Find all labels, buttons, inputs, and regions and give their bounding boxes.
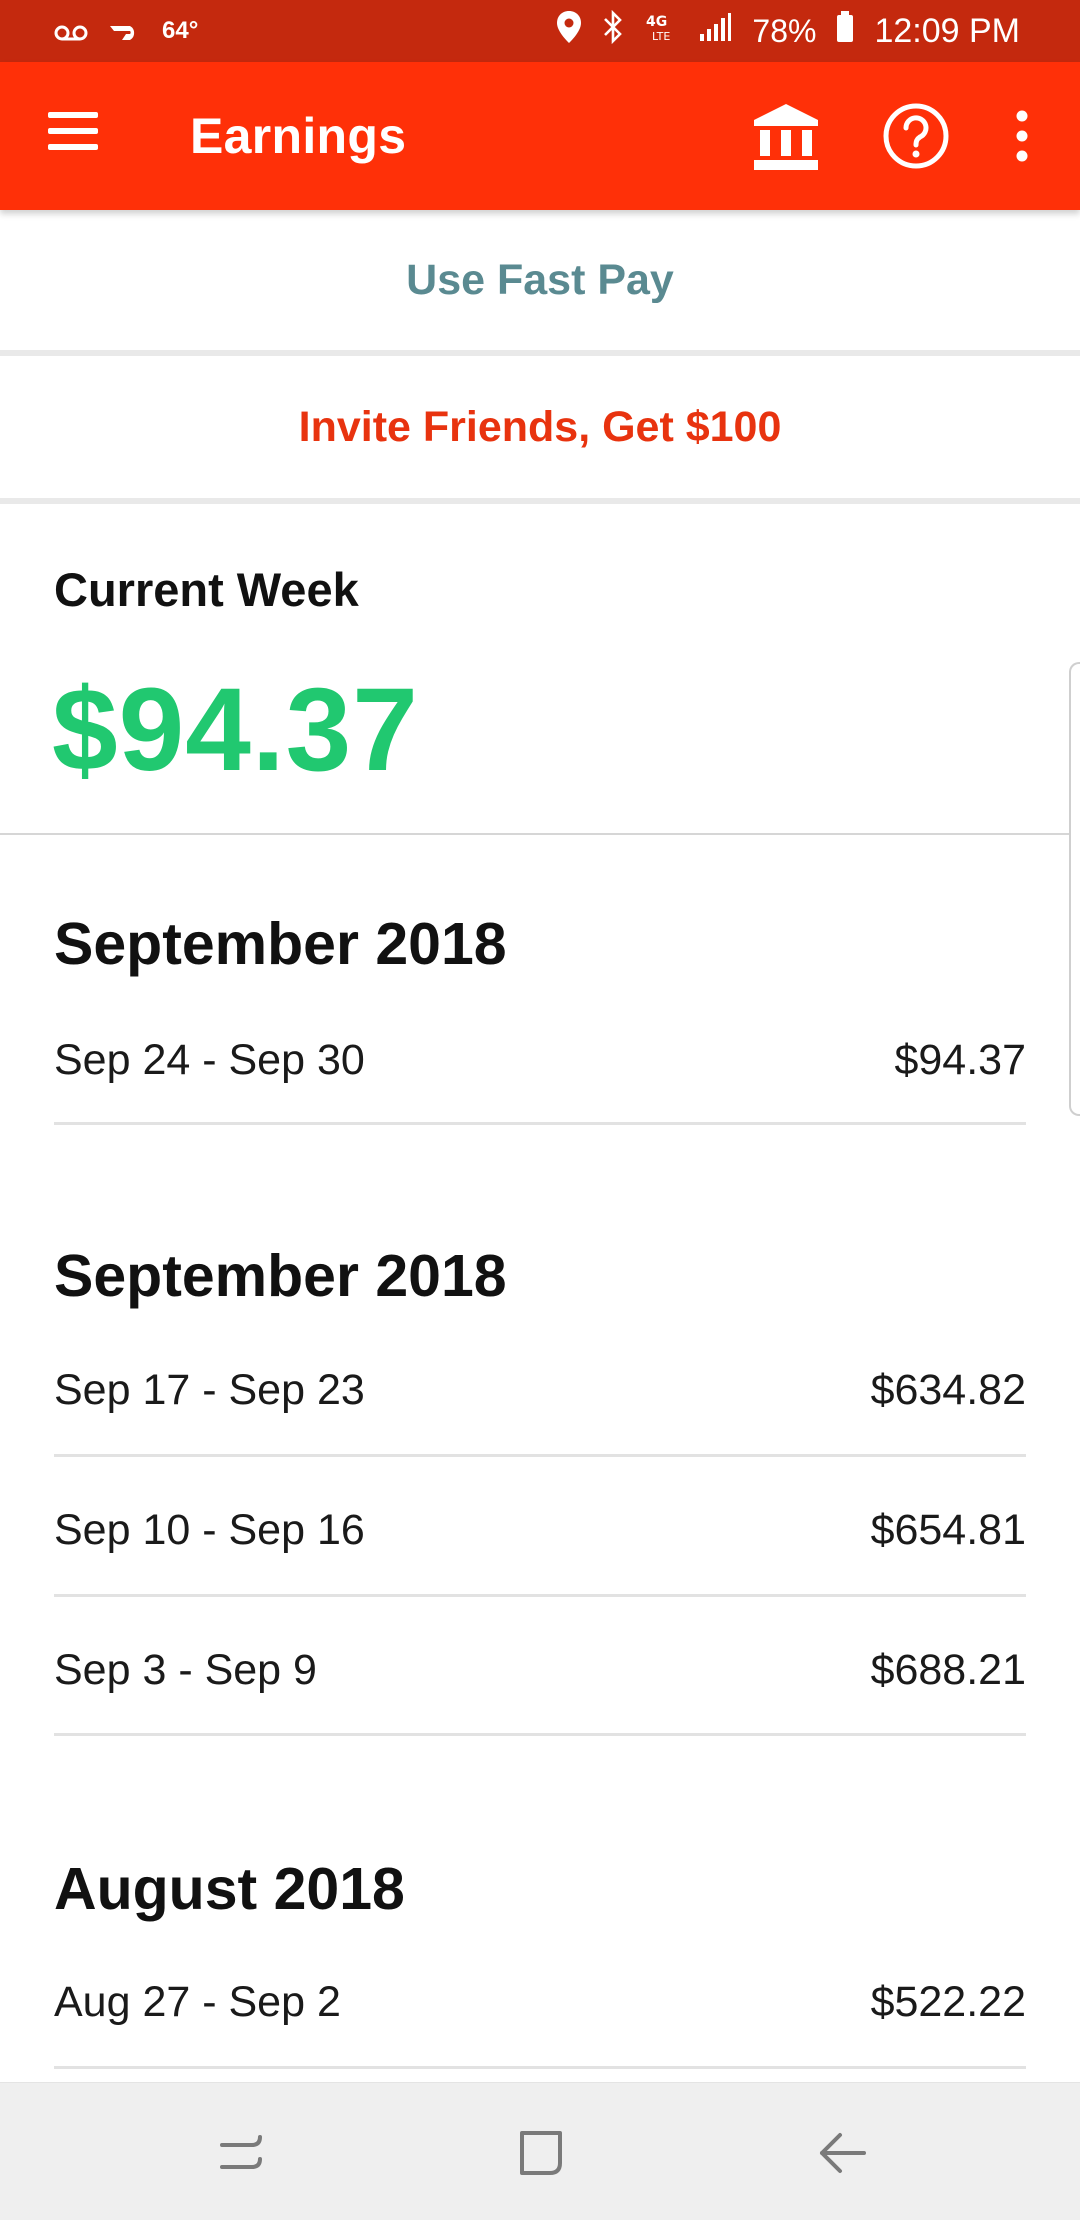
app-bar: Earnings [0, 62, 1080, 210]
row-divider [54, 1122, 1026, 1125]
bank-icon[interactable] [752, 102, 820, 172]
fast-pay-button[interactable]: Use Fast Pay [0, 210, 1080, 350]
week-range: Aug 27 - Sep 2 [54, 1977, 341, 2026]
recent-apps-icon[interactable] [212, 2123, 272, 2183]
invite-friends-button[interactable]: Invite Friends, Get $100 [0, 356, 1080, 498]
week-amount: $654.81 [870, 1505, 1026, 1554]
status-left: 64° [54, 13, 198, 50]
week-amount: $634.82 [870, 1365, 1026, 1414]
svg-text:4G: 4G [646, 14, 667, 30]
current-week-label: Current Week [54, 563, 359, 616]
section-title: August 2018 [54, 1856, 405, 1922]
week-row[interactable]: Sep 24 - Sep 30 $94.37 [54, 990, 1026, 1130]
week-amount: $522.22 [870, 1977, 1026, 2026]
divider [0, 498, 1080, 504]
clock: 12:09 PM [874, 11, 1020, 50]
signal-icon [698, 12, 732, 50]
week-row[interactable]: Sep 3 - Sep 9 $688.21 [54, 1600, 1026, 1740]
week-range: Sep 24 - Sep 30 [54, 1035, 365, 1084]
back-icon[interactable] [812, 2123, 872, 2183]
temperature: 64° [162, 17, 199, 44]
week-range: Sep 10 - Sep 16 [54, 1505, 365, 1554]
home-icon[interactable] [512, 2123, 572, 2183]
menu-icon[interactable] [48, 112, 100, 160]
week-range: Sep 3 - Sep 9 [54, 1645, 317, 1694]
current-week-amount: $94.37 [52, 664, 419, 796]
system-nav-bar [0, 2082, 1080, 2220]
week-row[interactable]: Sep 10 - Sep 16 $654.81 [54, 1460, 1026, 1600]
row-divider [54, 1594, 1026, 1597]
section-title: September 2018 [54, 911, 507, 977]
doordash-icon [108, 13, 142, 50]
page-title: Earnings [190, 108, 407, 164]
status-bar: 64° 4G LTE 78% 12:09 PM [0, 0, 1080, 62]
week-amount: $688.21 [870, 1645, 1026, 1694]
more-vert-icon[interactable] [1002, 102, 1042, 170]
side-drawer-handle[interactable] [1069, 662, 1080, 1116]
week-amount: $94.37 [894, 1035, 1026, 1084]
location-icon [556, 10, 582, 52]
status-right: 4G LTE 78% 12:09 PM [556, 9, 1020, 52]
week-row[interactable]: Aug 27 - Sep 2 $522.22 [54, 1932, 1026, 2072]
row-divider [54, 2066, 1026, 2069]
battery-percent: 78% [752, 12, 817, 49]
week-range: Sep 17 - Sep 23 [54, 1365, 365, 1414]
lte-icon: 4G LTE [644, 12, 678, 50]
section-title: September 2018 [54, 1243, 507, 1309]
week-row[interactable]: Sep 17 - Sep 23 $634.82 [54, 1320, 1026, 1460]
divider [0, 833, 1070, 835]
voicemail-icon [54, 13, 88, 50]
svg-text:LTE: LTE [652, 30, 670, 42]
row-divider [54, 1454, 1026, 1457]
bluetooth-icon [602, 9, 624, 52]
help-icon[interactable] [882, 102, 950, 170]
battery-icon [836, 11, 854, 51]
row-divider [54, 1733, 1026, 1736]
